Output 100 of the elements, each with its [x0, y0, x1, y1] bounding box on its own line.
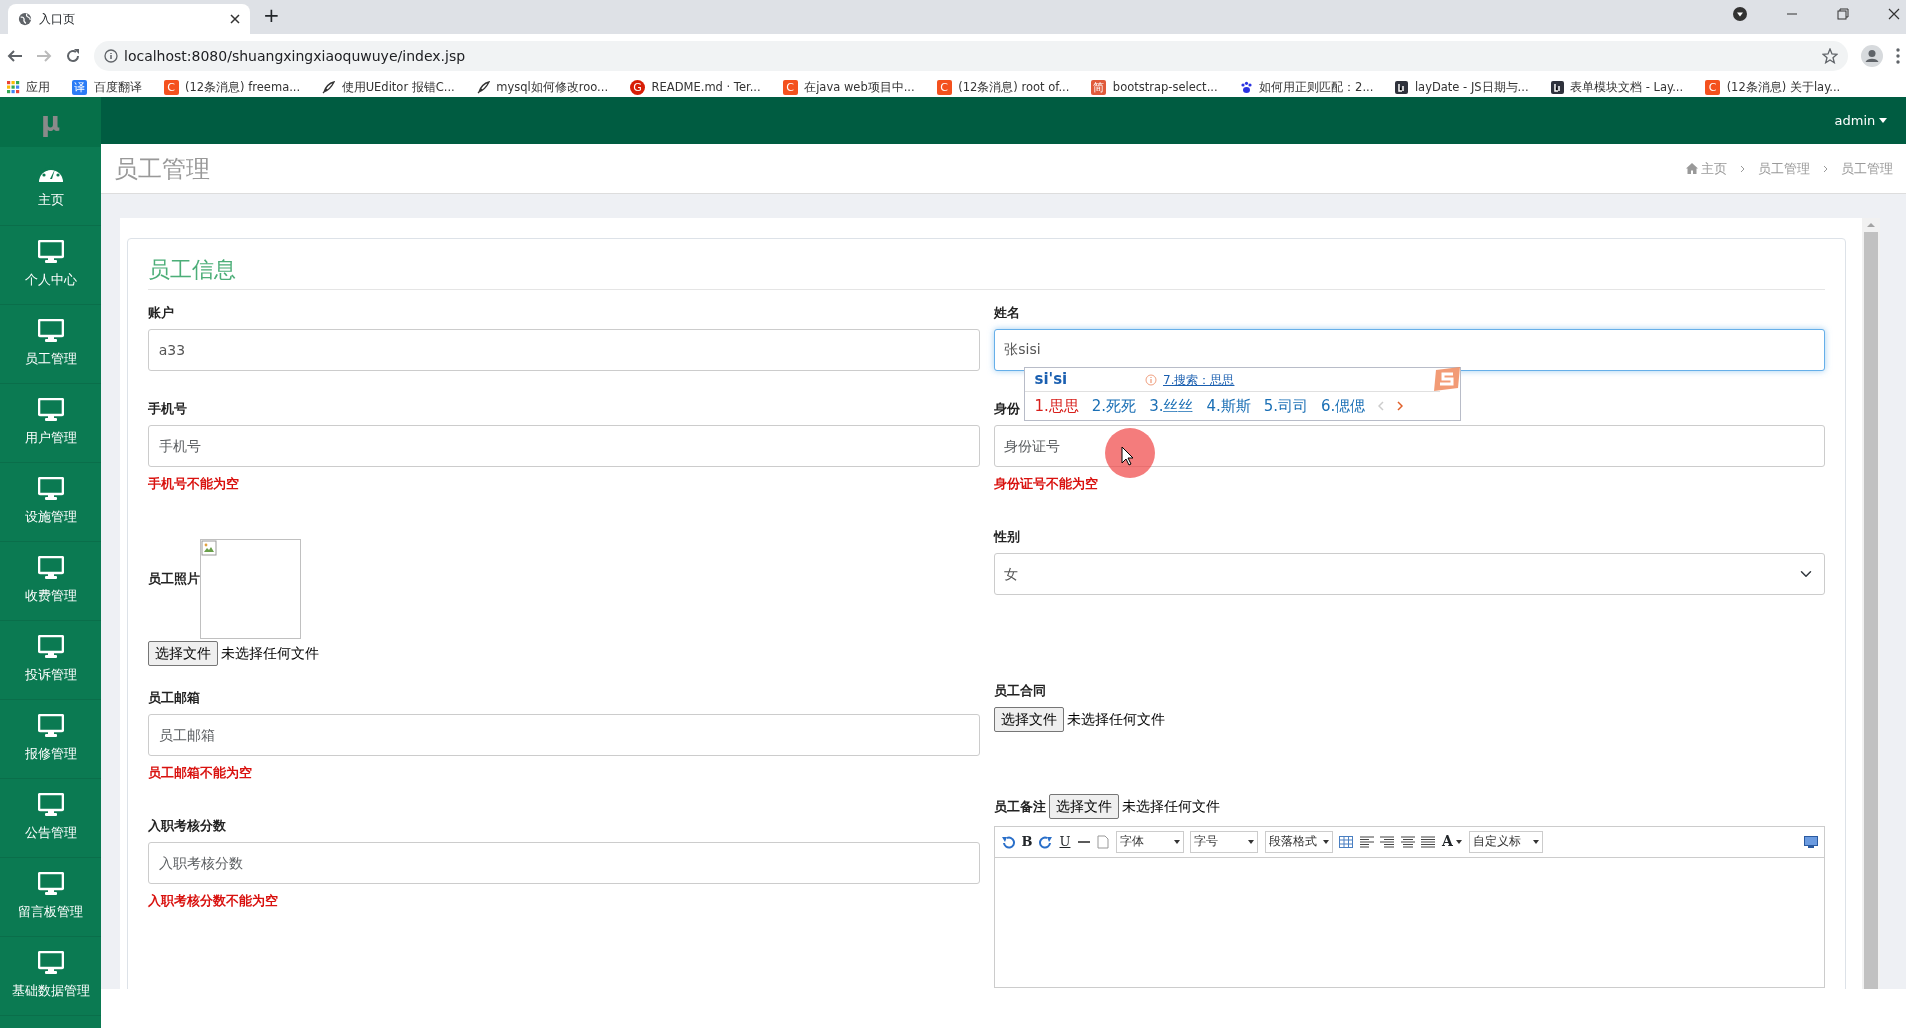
underline-button[interactable]: U [1059, 831, 1071, 852]
choose-file-button[interactable]: 选择文件 [993, 707, 1064, 733]
input-field[interactable]: 手机号 [148, 425, 980, 468]
chevron-icon [1823, 164, 1828, 173]
caret-icon [1322, 839, 1329, 844]
file-status: 未选择任何文件 [1066, 710, 1165, 730]
bookmark[interactable]: 应用 [6, 78, 50, 97]
bookmark[interactable]: C (12条消息) root of... [936, 78, 1070, 97]
bookmark[interactable]: C (12条消息) freema... [163, 78, 301, 97]
field-label: 员工备注 [993, 797, 1046, 816]
bookmark[interactable]: C 在java web项目中... [782, 78, 915, 97]
ime-candidate[interactable]: 1.思思 [1034, 394, 1079, 418]
bold-button[interactable]: B [1021, 831, 1033, 852]
back-icon[interactable] [6, 48, 23, 64]
bookmark[interactable]: 使用UEditor 报错C... [322, 78, 455, 97]
new-tab-button[interactable]: + [263, 3, 280, 28]
fullscreen-icon[interactable] [1803, 835, 1818, 848]
restore-icon[interactable] [1836, 7, 1849, 20]
bookmark[interactable]: 表单模块文档 - Lay... [1550, 78, 1684, 97]
input-field[interactable]: 张sisi [993, 329, 1825, 372]
bookmark-icon: 简 [1091, 80, 1107, 95]
field-label: 姓名 [993, 304, 1020, 323]
monitor-icon [37, 635, 64, 660]
monitor-icon [37, 714, 64, 739]
file-status: 未选择任何文件 [221, 644, 320, 664]
bookmark[interactable]: G README.md · Ter... [630, 78, 761, 97]
ime-search-link[interactable]: 7.搜索：思思 [1163, 370, 1235, 389]
bookmark[interactable]: 译 百度翻译 [72, 78, 142, 97]
align-left-icon[interactable] [1359, 835, 1374, 848]
undo-icon[interactable] [1001, 834, 1015, 849]
globe-icon [18, 12, 32, 26]
bookmark-icon: 译 [72, 80, 87, 95]
input-field[interactable]: 员工邮箱 [148, 714, 980, 757]
editor-select[interactable]: 自定义标 [1468, 830, 1543, 853]
page-title: 员工管理 [114, 153, 210, 185]
monitor-icon [37, 951, 64, 976]
redo-icon[interactable] [1039, 834, 1053, 849]
close-icon[interactable] [1887, 7, 1900, 20]
field-label: 账户 [148, 304, 174, 323]
bookmark-icon: G [630, 80, 646, 95]
ime-candidate[interactable]: 6.偲偲 [1321, 394, 1366, 418]
ime-candidate[interactable]: 2.死死 [1091, 394, 1137, 418]
gender-select[interactable]: 女 [993, 553, 1825, 596]
ime-candidate[interactable]: 4.斯斯 [1206, 394, 1251, 418]
bookmark[interactable]: mysql如何修改roo... [476, 78, 609, 97]
bookmark-icon: C [163, 80, 179, 95]
editor-select[interactable]: 字号 [1190, 830, 1259, 853]
form-title: 员工信息 [148, 252, 1825, 291]
scrollbar[interactable] [1862, 217, 1880, 990]
bookmark[interactable]: C (12条消息) 关于lay... [1705, 78, 1841, 97]
field-label: 性别 [993, 528, 1020, 547]
caret-icon [1532, 839, 1539, 844]
input-field[interactable]: 入职考核分数 [148, 842, 980, 885]
apps-grid-icon [6, 81, 20, 94]
next-icon[interactable] [1397, 401, 1404, 412]
caret-icon [1173, 839, 1180, 844]
caret-icon [1878, 118, 1887, 123]
bookmark[interactable]: layDate - JS日期与... [1395, 78, 1529, 97]
bookmark[interactable]: 如何用正则匹配：2... [1239, 78, 1374, 97]
star-icon[interactable] [1821, 48, 1838, 64]
bookmark-icon: C [936, 80, 952, 95]
error-message: 员工邮箱不能为空 [148, 763, 253, 782]
field-label: 员工合同 [993, 682, 1046, 701]
align-center-icon[interactable] [1400, 835, 1415, 848]
url-text: localhost:8080/shuangxingxiaoquwuye/index.jsp [124, 46, 467, 66]
close-icon[interactable] [230, 14, 240, 24]
user-menu[interactable]: admin [1834, 110, 1887, 131]
input-field[interactable]: a33 [148, 329, 980, 372]
field-label: 身份 [993, 400, 1020, 419]
browser-tab[interactable]: 入口页 [8, 4, 250, 34]
input-field[interactable]: 身份证号 [993, 425, 1825, 468]
editor-select[interactable]: 字体 [1115, 830, 1184, 853]
bookmark-icon: C [782, 80, 798, 95]
editor-select[interactable]: 段落格式 [1264, 830, 1333, 853]
error-message: 身份证号不能为空 [993, 474, 1099, 493]
justify-icon[interactable] [1421, 835, 1436, 848]
menu-icon[interactable] [1895, 48, 1900, 64]
bookmark-icon: C [1705, 80, 1721, 95]
address-bar[interactable]: localhost:8080/shuangxingxiaoquwuye/index.jsp [93, 41, 1848, 71]
tab-title: 入口页 [38, 11, 76, 28]
dropdown-icon[interactable] [1732, 6, 1747, 21]
monitor-icon [37, 319, 64, 344]
font-color-button[interactable]: A [1441, 831, 1463, 853]
error-message: 入职考核分数不能为空 [148, 891, 279, 910]
info-icon [103, 49, 118, 63]
monitor-icon [37, 872, 64, 897]
monitor-icon [37, 240, 64, 265]
file-status: 未选择任何文件 [1122, 797, 1220, 817]
reload-icon[interactable] [64, 48, 81, 64]
bookmark[interactable]: 简 bootstrap-select... [1091, 78, 1218, 97]
align-right-icon[interactable] [1380, 835, 1395, 848]
error-message: 手机号不能为空 [148, 474, 240, 493]
ime-candidate[interactable]: 5.司司 [1263, 394, 1309, 418]
profile-icon[interactable] [1860, 45, 1883, 67]
choose-file-button[interactable]: 选择文件 [1048, 794, 1119, 820]
choose-file-button[interactable]: 选择文件 [148, 641, 218, 667]
table-icon[interactable] [1339, 835, 1354, 848]
monitor-icon [37, 477, 64, 502]
monitor-icon [37, 793, 64, 818]
ime-candidate[interactable]: 3.丝丝 [1149, 394, 1194, 418]
